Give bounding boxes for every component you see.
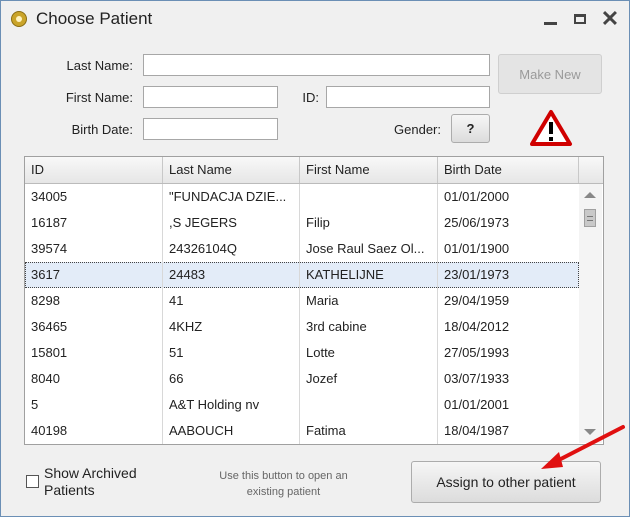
show-archived-label[interactable]: Show Archived Patients (44, 465, 154, 499)
table-row[interactable]: 34005 "FUNDACJA DZIE... 01/01/2000 (25, 184, 579, 210)
choose-patient-window: Choose Patient ✕ Last Name: First Name: … (0, 0, 630, 517)
cell-birth-date: 18/04/2012 (444, 319, 510, 334)
cell-first-name: Fatima (300, 418, 438, 444)
birth-date-label: Birth Date: (71, 122, 133, 137)
cell-id: 8298 (25, 288, 163, 314)
cell-birth-date: 23/01/1973 (444, 267, 510, 282)
table-row[interactable]: 40198 AABOUCH Fatima 18/04/1987 (25, 418, 579, 444)
patient-grid: ID Last Name First Name Birth Date 34005… (24, 156, 604, 445)
cell-last-name: A&T Holding nv (163, 392, 300, 418)
assign-hint-text: Use this button to open an existing pati… (219, 470, 348, 498)
first-name-label: First Name: (65, 90, 133, 105)
table-row[interactable]: 16187 ,S JEGERS Filip 25/06/1973 (25, 210, 579, 236)
cell-first-name: Filip (300, 210, 438, 236)
cell-last-name: 51 (163, 340, 300, 366)
show-archived-checkbox[interactable] (26, 475, 39, 488)
last-name-label: Last Name: (66, 58, 133, 73)
cell-first-name (300, 392, 438, 418)
gender-button[interactable]: ? (451, 114, 490, 143)
maximize-icon[interactable] (570, 9, 592, 29)
cell-id: 3617 (25, 262, 163, 288)
cell-id: 5 (25, 392, 163, 418)
cell-last-name: 24326104Q (163, 236, 300, 262)
cell-birth-date: 25/06/1973 (444, 215, 510, 230)
cell-birth-date: 01/01/2001 (444, 397, 510, 412)
table-row[interactable]: 5 A&T Holding nv 01/01/2001 (25, 392, 579, 418)
cell-id: 39574 (25, 236, 163, 262)
title-bar: Choose Patient ✕ (1, 1, 629, 37)
cell-last-name: AABOUCH (163, 418, 300, 444)
table-row[interactable]: 8298 41 Maria 29/04/1959 (25, 288, 579, 314)
column-header-first-name[interactable]: First Name (300, 157, 438, 183)
grid-header: ID Last Name First Name Birth Date (25, 157, 603, 184)
table-row[interactable]: 36465 4KHZ 3rd cabine 18/04/2012 (25, 314, 579, 340)
app-icon (11, 11, 27, 27)
cell-last-name: ,S JEGERS (163, 210, 300, 236)
gender-label: Gender: (394, 122, 441, 137)
make-new-button[interactable]: Make New (498, 54, 602, 94)
scroll-up-icon[interactable] (584, 192, 596, 198)
id-label: ID: (302, 90, 319, 105)
cell-first-name: 3rd cabine (300, 314, 438, 340)
column-header-id[interactable]: ID (25, 157, 163, 183)
column-header-birth-date[interactable]: Birth Date (438, 157, 579, 183)
cell-last-name: "FUNDACJA DZIE... (163, 184, 300, 210)
cell-birth-date: 03/07/1933 (444, 371, 510, 386)
window-title: Choose Patient (36, 9, 153, 28)
table-row-selected[interactable]: 3617 24483 KATHELIJNE 23/01/1973 (25, 262, 579, 288)
close-icon[interactable]: ✕ (599, 8, 621, 30)
table-row[interactable]: 8040 66 Jozef 03/07/1933 (25, 366, 579, 392)
id-input[interactable] (326, 86, 490, 108)
cell-last-name: 4KHZ (163, 314, 300, 340)
cell-birth-date: 01/01/2000 (444, 189, 510, 204)
cell-first-name: Lotte (300, 340, 438, 366)
cell-id: 8040 (25, 366, 163, 392)
cell-birth-date: 27/05/1993 (444, 345, 510, 360)
cell-last-name: 24483 (163, 262, 300, 288)
cell-id: 16187 (25, 210, 163, 236)
cell-id: 40198 (25, 418, 163, 444)
column-header-last-name[interactable]: Last Name (163, 157, 300, 183)
minimize-icon[interactable] (540, 9, 562, 29)
cell-last-name: 66 (163, 366, 300, 392)
cell-id: 34005 (25, 184, 163, 210)
table-row[interactable]: 39574 24326104Q Jose Raul Saez Ol... 01/… (25, 236, 579, 262)
arrow-icon (541, 425, 625, 469)
cell-birth-date: 29/04/1959 (444, 293, 510, 308)
warning-icon (530, 110, 572, 146)
birth-date-input[interactable] (143, 118, 278, 140)
cell-first-name: Jose Raul Saez Ol... (300, 236, 438, 262)
scroll-thumb[interactable] (584, 209, 596, 227)
cell-id: 15801 (25, 340, 163, 366)
cell-id: 36465 (25, 314, 163, 340)
last-name-input[interactable] (143, 54, 490, 76)
vertical-scrollbar[interactable] (579, 184, 602, 443)
cell-first-name (300, 184, 438, 210)
cell-first-name: Maria (300, 288, 438, 314)
cell-last-name: 41 (163, 288, 300, 314)
cell-birth-date: 01/01/1900 (444, 241, 510, 256)
cell-first-name: KATHELIJNE (300, 262, 438, 288)
table-row[interactable]: 15801 51 Lotte 27/05/1993 (25, 340, 579, 366)
first-name-input[interactable] (143, 86, 278, 108)
header-spacer (579, 157, 603, 183)
cell-first-name: Jozef (300, 366, 438, 392)
